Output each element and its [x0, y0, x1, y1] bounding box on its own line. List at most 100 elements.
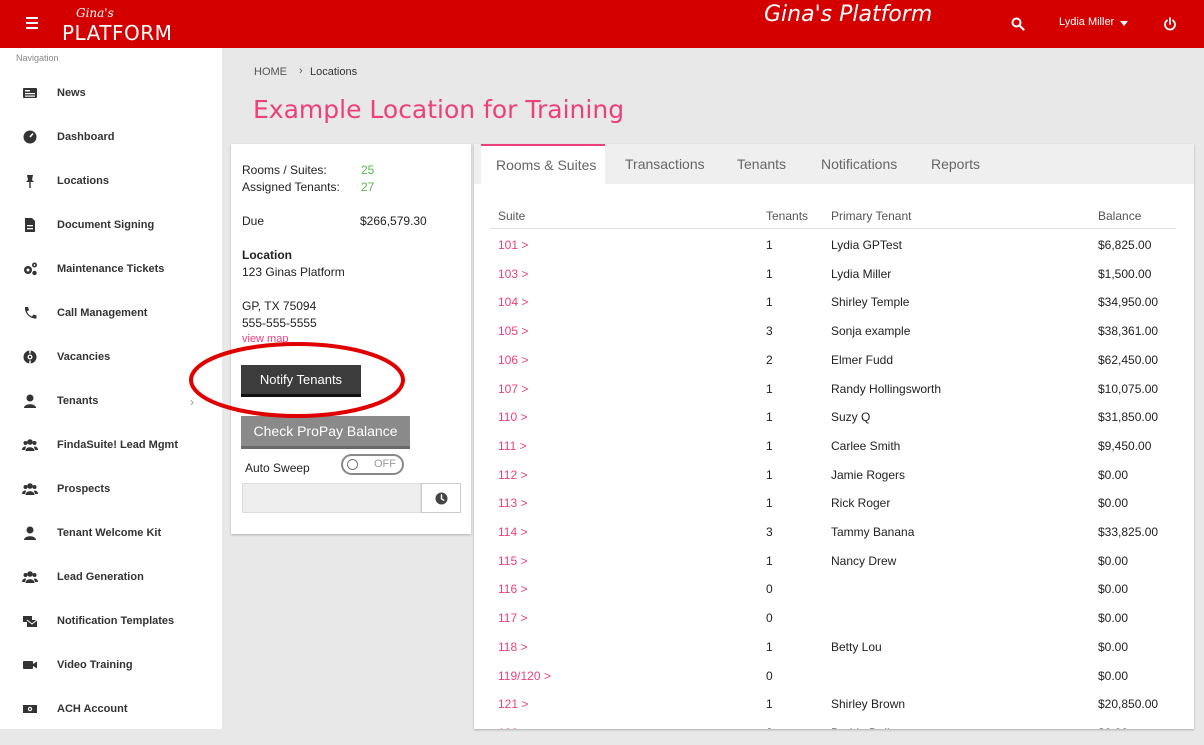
life-ring-icon: [23, 350, 37, 364]
balance: $62,450.00: [1098, 353, 1159, 367]
tenants-label: Assigned Tenants:: [242, 180, 340, 194]
suite-link[interactable]: 112 >: [498, 468, 527, 482]
tab-notifications[interactable]: Notifications: [821, 144, 897, 184]
location-info-card: Rooms / Suites: 25 Assigned Tenants: 27 …: [231, 144, 471, 534]
sidebar-item-tenants[interactable]: Tenants ›: [0, 393, 222, 437]
logo[interactable]: PLATFORM: [62, 21, 172, 45]
suite-link[interactable]: 121 >: [498, 697, 528, 711]
tenant-count: 1: [766, 410, 773, 424]
col-header-suite[interactable]: Suite: [498, 209, 525, 223]
suite-link[interactable]: 119/120 >: [498, 669, 551, 683]
suite-link[interactable]: 101 >: [498, 238, 528, 252]
breadcrumb-home[interactable]: HOME: [254, 66, 287, 78]
sidebar-item-call-management[interactable]: Call Management: [0, 305, 222, 349]
menu-icon[interactable]: [26, 17, 38, 30]
balance: $20,850.00: [1098, 697, 1159, 711]
primary-tenant: Jamie Rogers: [831, 468, 906, 482]
sidebar-item-ach-account[interactable]: ACH Account: [0, 701, 222, 745]
search-icon[interactable]: [1011, 17, 1025, 31]
tenant-count: 1: [766, 439, 773, 453]
balance: $0.00: [1098, 611, 1129, 625]
table-row: 103 > 1 Lydia Miller $1,500.00: [474, 267, 1194, 295]
tab-reports[interactable]: Reports: [931, 144, 980, 184]
col-header-tenants[interactable]: Tenants: [766, 209, 808, 223]
pin-icon: [26, 175, 34, 188]
suite-link[interactable]: 110 >: [498, 410, 527, 424]
suite-link[interactable]: 114 >: [498, 525, 527, 539]
col-header-balance[interactable]: Balance: [1098, 209, 1141, 223]
suites-panel: Rooms & Suites Transactions Tenants Noti…: [474, 144, 1194, 729]
check-propay-balance-button[interactable]: Check ProPay Balance: [241, 416, 410, 449]
location-heading: Location: [242, 248, 292, 262]
primary-tenant: Shirley Brown: [831, 697, 906, 711]
sweep-time-input[interactable]: [242, 483, 421, 513]
auto-sweep-toggle[interactable]: OFF: [341, 454, 404, 475]
suite-link[interactable]: 111 >: [498, 439, 527, 453]
sidebar-item-document-signing[interactable]: Document Signing: [0, 217, 222, 261]
users-icon: [22, 571, 38, 583]
time-picker-button[interactable]: [421, 483, 461, 513]
table-row: 110 > 1 Suzy Q $31,850.00: [474, 410, 1194, 438]
sidebar-item-label: News: [57, 87, 86, 99]
power-icon[interactable]: [1163, 17, 1177, 31]
suite-link[interactable]: 117 >: [498, 611, 527, 625]
suite-link[interactable]: 106 >: [498, 353, 528, 367]
suite-link[interactable]: 116 >: [498, 582, 527, 596]
auto-sweep-label: Auto Sweep: [245, 461, 310, 475]
sidebar-item-dashboard[interactable]: Dashboard: [0, 129, 222, 173]
table-row: 116 > 0 $0.00: [474, 582, 1194, 610]
suite-link[interactable]: 107 >: [498, 382, 528, 396]
tenant-count: 1: [766, 267, 773, 281]
col-header-primary-tenant[interactable]: Primary Tenant: [831, 209, 911, 223]
table-row: 113 > 1 Rick Roger $0.00: [474, 496, 1194, 524]
sidebar-item-tenant-welcome-kit[interactable]: Tenant Welcome Kit: [0, 525, 222, 569]
sidebar-item-locations[interactable]: Locations: [0, 173, 222, 217]
sidebar-item-label: Notification Templates: [57, 615, 175, 627]
table-row: 107 > 1 Randy Hollingsworth $10,075.00: [474, 382, 1194, 410]
user-menu[interactable]: Lydia Miller: [1059, 16, 1114, 28]
sidebar-item-prospects[interactable]: Prospects: [0, 481, 222, 525]
sidebar-item-vacancies[interactable]: Vacancies: [0, 349, 222, 393]
notify-tenants-button[interactable]: Notify Tenants: [241, 365, 361, 397]
sidebar-item-video-training[interactable]: Video Training: [0, 657, 222, 701]
suite-link[interactable]: 115 >: [498, 554, 527, 568]
view-map-link[interactable]: view map: [242, 333, 288, 345]
sidebar-item-label: Dashboard: [57, 131, 115, 143]
sidebar-item-lead-generation[interactable]: Lead Generation: [0, 569, 222, 613]
phone-number: 555-555-5555: [242, 316, 317, 330]
sidebar-item-label: ACH Account: [57, 703, 128, 715]
suite-link[interactable]: 113 >: [498, 496, 527, 510]
primary-tenant: Randy Hollingsworth: [831, 382, 942, 396]
chevron-right-icon[interactable]: ›: [190, 395, 194, 409]
table-row: 117 > 0 $0.00: [474, 611, 1194, 639]
breadcrumb-current[interactable]: Locations: [310, 66, 357, 78]
sidebar-item-notification-templates[interactable]: Notification Templates: [0, 613, 222, 657]
tenant-count: 1: [766, 554, 773, 568]
rooms-label: Rooms / Suites:: [242, 163, 327, 177]
balance: $0.00: [1098, 582, 1129, 596]
suite-link[interactable]: 105 >: [498, 324, 528, 338]
suite-link[interactable]: 103 >: [498, 267, 528, 281]
tab-rooms-suites[interactable]: Rooms & Suites: [481, 144, 605, 184]
video-icon: [23, 661, 37, 669]
primary-tenant: Elmer Fudd: [831, 353, 894, 367]
sidebar-item-maintenance-tickets[interactable]: Maintenance Tickets: [0, 261, 222, 305]
suite-link[interactable]: 104 >: [498, 295, 528, 309]
sidebar-item-findasuite-lead-mgmt[interactable]: FindaSuite! Lead Mgmt: [0, 437, 222, 481]
balance: $0.00: [1098, 468, 1129, 482]
users-icon: [22, 483, 38, 495]
tab-tenants[interactable]: Tenants: [737, 144, 786, 184]
user-icon: [24, 394, 36, 408]
primary-tenant: Betty Lou: [831, 640, 882, 654]
logo-script: Gina's: [76, 6, 114, 20]
tenants-value: 27: [361, 180, 375, 194]
sidebar-item-news[interactable]: News: [0, 85, 222, 129]
tenant-count: 0: [766, 582, 773, 596]
tab-transactions[interactable]: Transactions: [625, 144, 705, 184]
chevron-down-icon[interactable]: [1120, 21, 1128, 26]
header-divider: [490, 228, 1176, 229]
balance: $1,500.00: [1098, 267, 1152, 281]
suite-link[interactable]: 118 >: [498, 640, 527, 654]
sidebar-item-label: Tenant Welcome Kit: [57, 527, 162, 539]
primary-tenant: Rick Roger: [831, 496, 891, 510]
